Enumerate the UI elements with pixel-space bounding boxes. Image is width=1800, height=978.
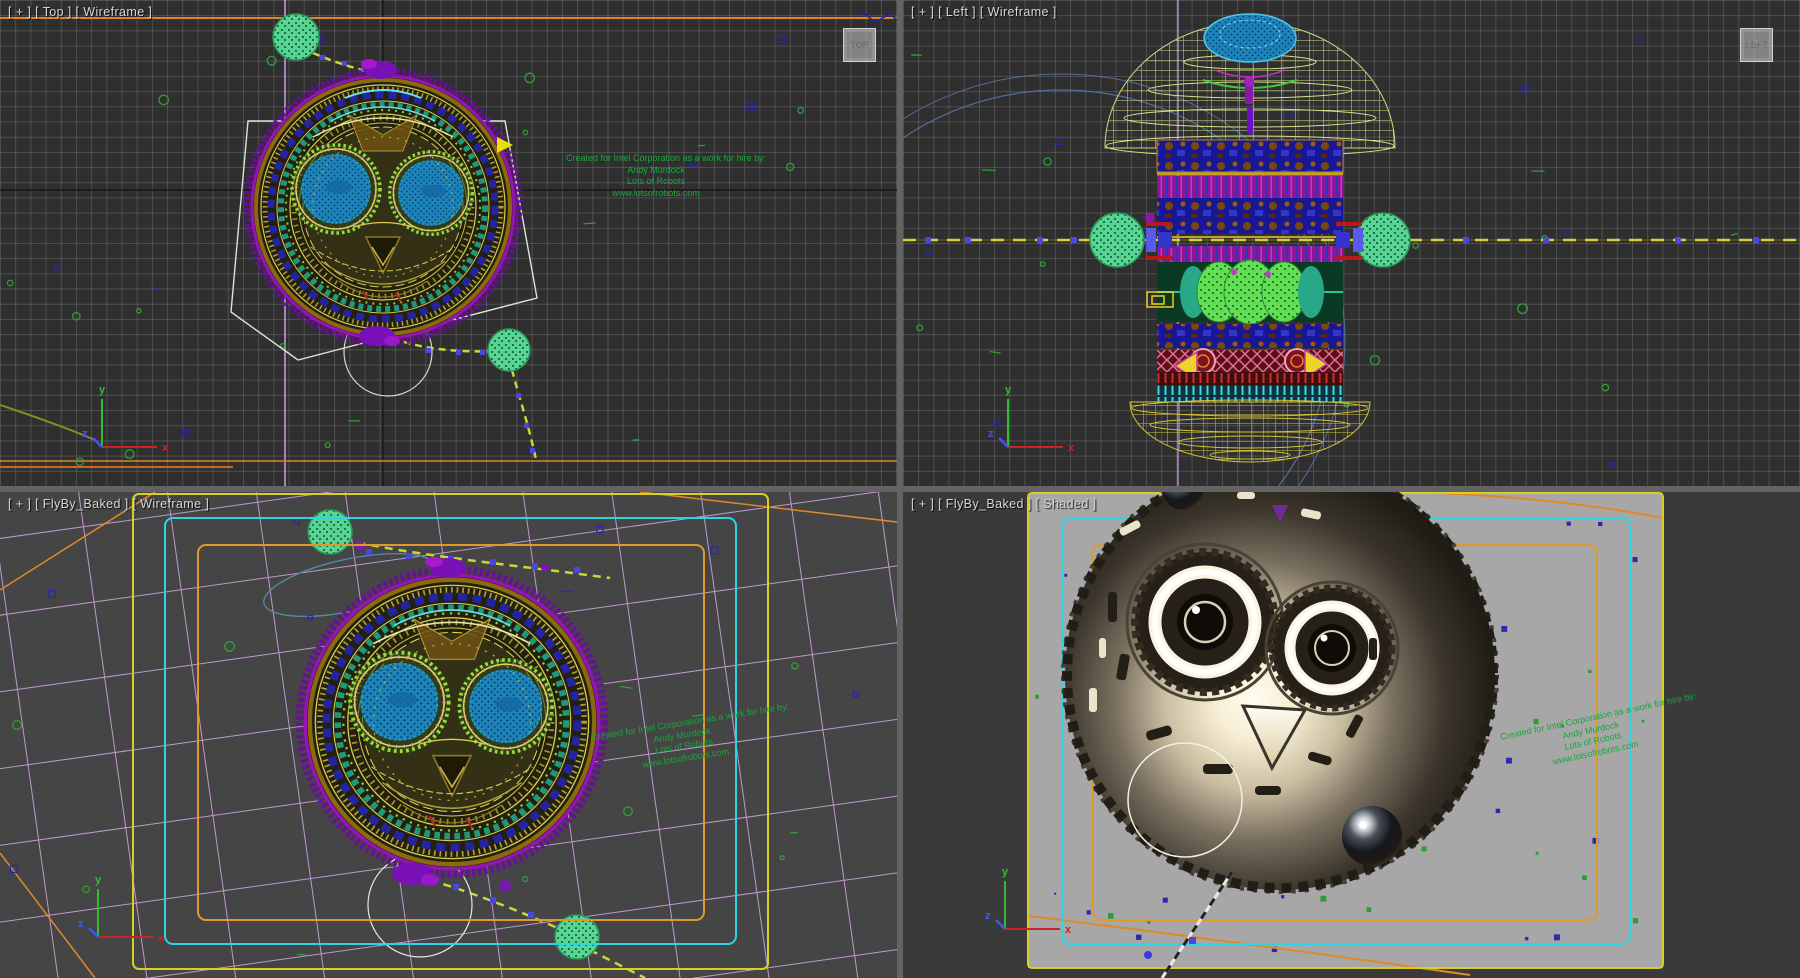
axis-y-label: y (99, 384, 106, 396)
svg-text:z: z (985, 910, 991, 922)
viewport-label-flyby-shaded[interactable]: [ + ] [ FlyBy_Baked ] [ Shaded ] (911, 497, 1096, 511)
svg-text:y: y (1005, 384, 1012, 396)
satellite-sphere[interactable] (488, 329, 530, 371)
satellite-sphere[interactable] (308, 510, 352, 554)
credit-text: Created for Intel Corporation as a work … (566, 153, 746, 199)
owl-left-eye (1127, 544, 1283, 700)
ball-glint (1359, 821, 1367, 829)
viewcube-top[interactable]: TOP (843, 28, 876, 62)
axis-tripod: x y z (988, 384, 1075, 454)
svg-text:z: z (988, 428, 994, 440)
viewport-flyby-wireframe[interactable]: x y z [ + ] [ FlyBy_Baked ] [ Wireframe … (0, 492, 897, 978)
svg-text:x: x (1068, 442, 1075, 454)
axis-tripod: x y z (82, 384, 169, 454)
svg-text:y: y (95, 874, 102, 886)
viewport-label-left[interactable]: [ + ] [ Left ] [ Wireframe ] (911, 5, 1057, 19)
axis-z-label: z (82, 428, 88, 440)
spline-olive[interactable] (0, 405, 95, 440)
viewport-label-top[interactable]: [ + ] [ Top ] [ Wireframe ] (8, 5, 152, 19)
svg-text:x: x (1065, 924, 1072, 936)
satellite-sphere[interactable] (273, 14, 319, 60)
viewport-top[interactable]: x y z [ + ] [ Top ] [ Wireframe ] TOP Cr… (0, 0, 897, 486)
satellite-sphere[interactable] (555, 915, 599, 959)
viewport-grid: x y z [ + ] [ Top ] [ Wireframe ] TOP Cr… (0, 0, 1800, 978)
viewcube-left[interactable]: LEFT (1740, 28, 1773, 62)
viewport-left[interactable]: x y z [ + ] [ Left ] [ Wireframe ] LEFT (903, 0, 1800, 486)
trajectory-path[interactable] (903, 237, 1800, 243)
svg-text:x: x (158, 932, 165, 944)
axis-x-label: x (162, 442, 169, 454)
owl-right-eye (1266, 582, 1398, 714)
svg-text:z: z (78, 918, 84, 930)
shiny-ball-bottom[interactable] (1342, 806, 1402, 866)
owl-sphere-wireframe[interactable] (300, 570, 605, 875)
viewport-flyby-shaded[interactable]: x y z [ + ] [ FlyBy_Baked ] [ Shaded ] C… (903, 492, 1800, 978)
viewport-label-flyby-wireframe[interactable]: [ + ] [ FlyBy_Baked ] [ Wireframe ] (8, 497, 209, 511)
svg-text:y: y (1002, 866, 1009, 878)
owl-sphere-wireframe[interactable] (247, 71, 519, 343)
